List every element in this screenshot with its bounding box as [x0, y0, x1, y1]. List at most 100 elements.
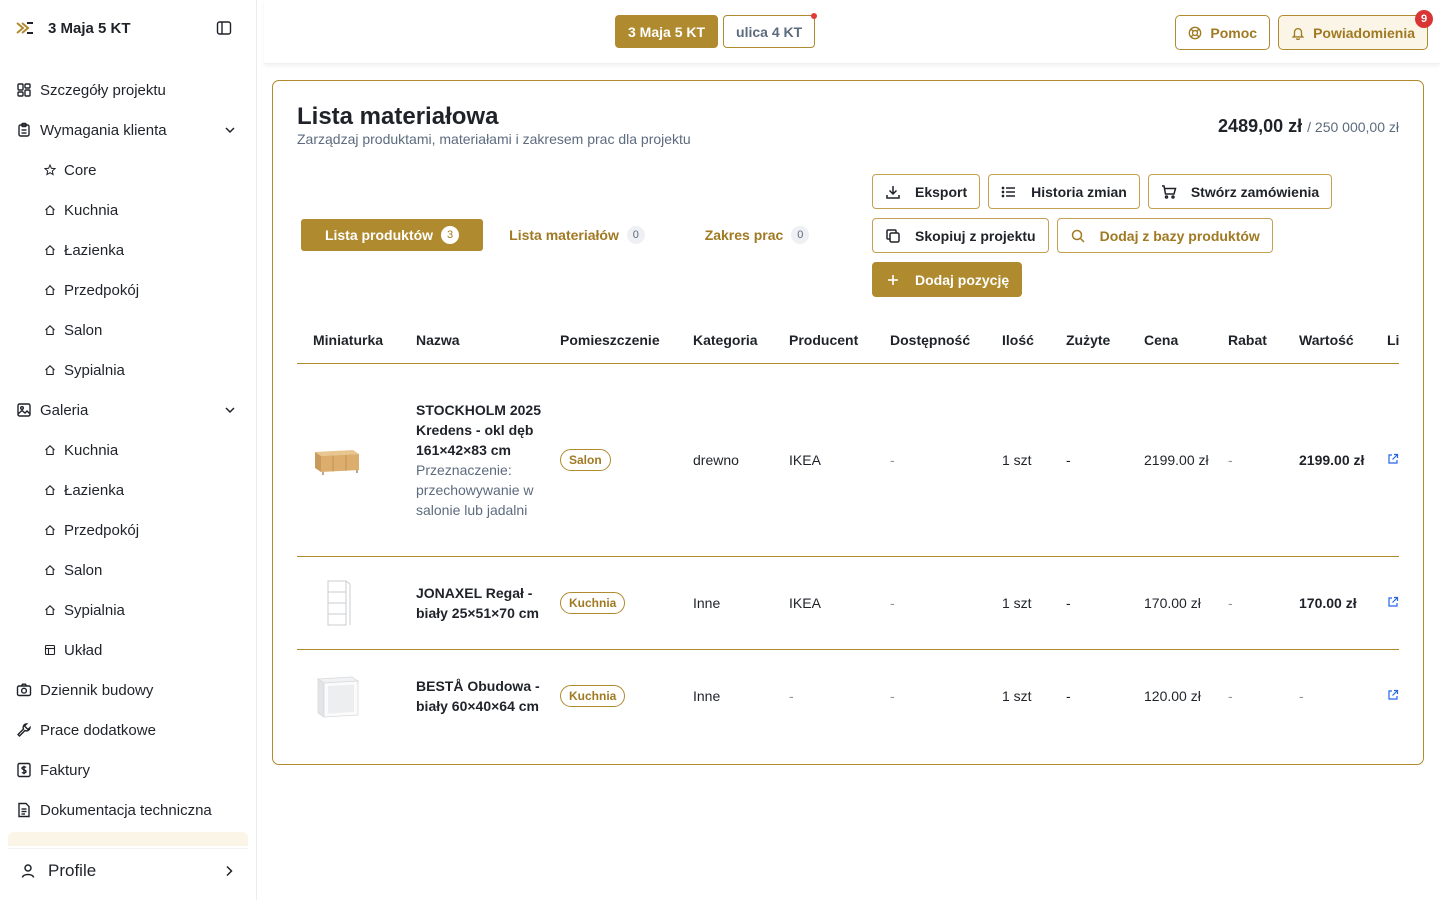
history-label: Historia zmian [1031, 183, 1127, 200]
bell-icon [1291, 27, 1305, 40]
external-link-icon[interactable] [1387, 596, 1399, 608]
sidebar-subitem-label: Przedpokój [64, 281, 140, 299]
sidebar-subitem-label: Przedpokój [64, 521, 140, 539]
layout-icon [44, 644, 56, 656]
sidebar-subitem-label: Układ [64, 641, 103, 659]
create-orders-button[interactable]: Stwórz zamówienia [1147, 174, 1333, 209]
chevron-right-icon [226, 865, 233, 876]
availability-cell: - [874, 363, 986, 557]
products-table-container[interactable]: Miniaturka Nazwa Pomieszczenie Kategoria… [297, 317, 1399, 742]
price-cell: 170.00 zł [1128, 556, 1212, 650]
copy-from-project-button[interactable]: Skopiuj z projektu [872, 218, 1049, 253]
used-cell: - [1066, 687, 1071, 704]
quantity-cell: 1 szt [986, 363, 1050, 557]
column-header: Nazwa [400, 317, 544, 364]
sidebar-item-gallery[interactable]: Galeria [8, 390, 248, 430]
product-name: STOCKHOLM 2025 Kredens - okl dęb 161×42×… [416, 401, 541, 458]
price-cell: 120.00 zł [1144, 687, 1201, 704]
history-button[interactable]: Historia zmian [988, 174, 1140, 209]
search-icon [1070, 228, 1086, 244]
home-icon [44, 244, 56, 256]
column-header: Zużyte [1050, 317, 1128, 364]
sidebar-subitem-salon[interactable]: Salon [8, 310, 248, 350]
column-header: Rabat [1212, 317, 1283, 364]
sidebar-item-client-requirements[interactable]: Wymagania klienta [8, 110, 248, 150]
sidebar-item-invoices[interactable]: Faktury [8, 750, 248, 790]
star-icon [44, 164, 56, 176]
logo-icon [16, 22, 33, 34]
sidebar-item-label: Dziennik budowy [40, 681, 154, 699]
sidebar-item-project-details[interactable]: Szczegóły projektu [8, 70, 248, 110]
sidebar-subitem-lazienka[interactable]: Łazienka [8, 470, 248, 510]
product-name: JONAXEL Regał - biały 25×51×70 cm [416, 584, 539, 621]
sidebar-subitem-kuchnia[interactable]: Kuchnia [8, 190, 248, 230]
notifications-button[interactable]: Powiadomienia 9 [1278, 10, 1433, 50]
profile-label: Profile [48, 860, 97, 880]
sidebar-subitem-salon[interactable]: Salon [8, 550, 248, 590]
column-header: Ilość [986, 317, 1050, 364]
external-link-icon[interactable] [1387, 689, 1399, 701]
home-icon [44, 284, 56, 296]
sidebar-toggle-icon[interactable] [216, 20, 232, 36]
sidebar-subitem-przedpokoj[interactable]: Przedpokój [8, 270, 248, 310]
chevron-down-icon[interactable] [224, 404, 236, 416]
page-subtitle: Zarządzaj produktami, materiałami i zakr… [297, 131, 691, 147]
table-row[interactable]: BESTÅ Obudowa - biały 60×40×64 cm Kuchni… [297, 649, 1399, 742]
add-item-button[interactable]: Dodaj pozycję [872, 262, 1023, 297]
wrench-icon [16, 722, 32, 738]
home-icon [44, 524, 56, 536]
sidebar-subitem-przedpokoj[interactable]: Przedpokój [8, 510, 248, 550]
sidebar-subitem-label: Salon [64, 321, 103, 339]
project-switcher: 3 Maja 5 KT ulica 4 KT [615, 13, 818, 48]
product-thumbnail-shelf [313, 579, 361, 627]
discount-cell: - [1228, 687, 1233, 704]
chevron-down-icon[interactable] [224, 124, 236, 136]
notifications-count-badge: 9 [1415, 10, 1433, 28]
tab-label: Zakres prac [704, 227, 784, 243]
table-row[interactable]: JONAXEL Regał - biały 25×51×70 cm Kuchni… [297, 556, 1399, 650]
tab-scope-of-work[interactable]: Zakres prac 0 [677, 219, 837, 251]
sidebar-subitem-label: Łazienka [64, 241, 125, 259]
external-link-icon[interactable] [1387, 453, 1399, 465]
tab-count: 0 [791, 226, 810, 244]
column-header: Pomieszczenie [544, 317, 677, 364]
sidebar-item-technical-docs[interactable]: Dokumentacja techniczna [8, 790, 248, 830]
help-button[interactable]: Pomoc [1175, 15, 1271, 50]
sidebar-subitem-kuchnia[interactable]: Kuchnia [8, 430, 248, 470]
tab-count: 0 [626, 226, 645, 244]
category-cell: drewno [677, 363, 773, 557]
export-button[interactable]: Eksport [872, 174, 981, 209]
copy-from-project-label: Skopiuj z projektu [915, 227, 1036, 244]
home-icon [44, 444, 56, 456]
product-description: Przeznaczenie: przechowywanie w salonie … [416, 461, 534, 518]
column-header: Dostępność [874, 317, 986, 364]
used-cell: - [1050, 363, 1128, 557]
add-from-db-button[interactable]: Dodaj z bazy produktów [1056, 218, 1273, 253]
home-icon [44, 364, 56, 376]
sidebar-subitem-uklad[interactable]: Układ [8, 630, 248, 670]
availability-cell: - [890, 687, 895, 704]
sidebar-subitem-lazienka[interactable]: Łazienka [8, 230, 248, 270]
tab-product-list[interactable]: Lista produktów 3 [301, 219, 483, 251]
product-thumbnail-cabinet [313, 672, 361, 720]
sidebar-item-additional-work[interactable]: Prace dodatkowe [8, 710, 248, 750]
sidebar-item-label: Dokumentacja techniczna [40, 801, 212, 819]
sidebar-subitem-label: Kuchnia [64, 441, 119, 459]
top-bar: 3 Maja 5 KT ulica 4 KT Pomoc Powiadomien… [264, 0, 1440, 64]
sidebar-subitem-sypialnia[interactable]: Sypialnia [8, 350, 248, 390]
profile-menu[interactable]: Profile [8, 848, 248, 892]
sidebar-subitem-sypialnia[interactable]: Sypialnia [8, 590, 248, 630]
budget-limit: / 250 000,00 zł [1307, 119, 1399, 135]
table-row[interactable]: STOCKHOLM 2025 Kredens - okl dęb 161×42×… [297, 363, 1399, 557]
tab-material-list[interactable]: Lista materiałów 0 [497, 219, 657, 251]
quantity-cell: 1 szt [986, 556, 1050, 650]
project-tab[interactable]: ulica 4 KT [723, 13, 818, 48]
room-badge: Salon [560, 448, 611, 471]
sidebar-item-construction-log[interactable]: Dziennik budowy [8, 670, 248, 710]
tab-label: Lista produktów [324, 227, 434, 243]
sidebar-subitem-core[interactable]: Core [8, 150, 248, 190]
sidebar-item-active-hidden[interactable] [8, 832, 248, 846]
products-table: Miniaturka Nazwa Pomieszczenie Kategoria… [297, 317, 1399, 742]
product-thumbnail-sideboard [313, 436, 361, 484]
project-tab-active[interactable]: 3 Maja 5 KT [615, 15, 719, 48]
